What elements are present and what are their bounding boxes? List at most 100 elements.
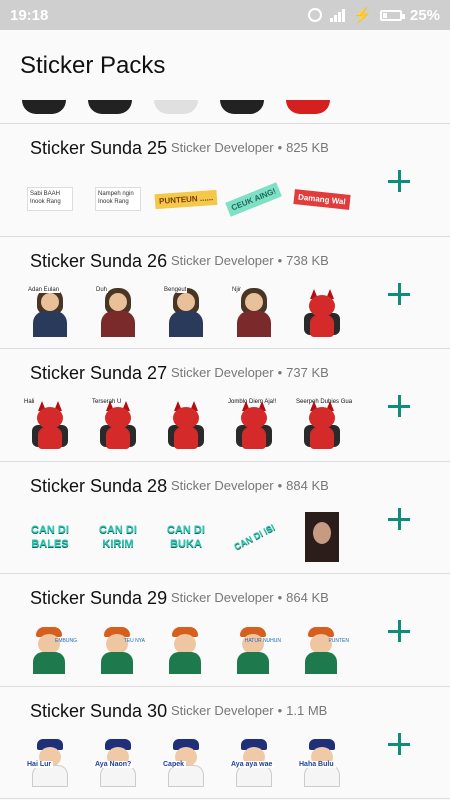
pack-meta: Sticker Developer • 738 KB [171,253,329,268]
sticker-thumbnail: CAN DI KIRIM [94,512,142,562]
sticker-thumbnail: Aya Naon? [93,737,142,787]
sticker-thumbnail: Seerpeh Dubies Gua [296,399,352,449]
sticker-thumbnail: Haha Bulu [297,737,346,787]
sticker-thumbnail [162,399,210,449]
pack-publisher: Sticker Developer [171,590,274,605]
sticker-banner: CEUK AING! [225,181,283,217]
sticker-boy: EMBUNG [27,624,77,674]
sticker-person: Bengeut [163,286,209,337]
sticker-previews: CAN DI BALES CAN DI KIRIM CAN DI BUKA CAN D… [26,511,346,562]
sticker-devil: Seerpeh Dubies Gua [296,399,352,449]
sticker-thumbnail [154,100,198,114]
sticker-thumbnail: CAN DI BALES [26,512,74,562]
sticker-thumbnail [22,100,66,114]
sticker-caption: EMBUNG [55,638,77,644]
sticker-thumbnail: CAN DI BUKA [162,512,210,562]
sticker-person: Adan Eulan [27,286,73,337]
sticker-thumbnail: Njir [230,286,278,337]
separator-dot: • [277,365,283,380]
sticker-caption: PUNTEN [328,638,349,644]
pack-publisher: Sticker Developer [171,365,274,380]
sticker-caption: Jomblo Diem Aja!! [228,399,277,405]
sticker-thumbnail: Adan Eulan [26,286,74,337]
add-pack-button[interactable] [386,506,412,532]
sticker-photo [305,511,339,562]
add-pack-button[interactable] [386,168,412,194]
add-pack-button[interactable] [386,281,412,307]
pack-name: Sticker Sunda 30 [30,700,168,721]
page-title: Sticker Packs [20,52,166,79]
sticker-thumbnail: CEUK AING! [225,174,283,224]
battery-percent: 25% [409,6,440,24]
sticker-caption: Haha Bulu [297,760,336,768]
pack-publisher: Sticker Developer [171,140,274,155]
sticker-devil: Jomblo Diem Aja!! [228,399,276,449]
sticker-previews: Hai Lur Aya Naon? Capek Aya aya wae Haha Bul… [25,737,346,787]
add-pack-button[interactable] [386,731,412,757]
add-pack-button[interactable] [386,618,412,644]
sticker-pack-row[interactable]: Sticker Sunda 27 Sticker Developer • 737 KB… [0,349,450,462]
sticker-thumbnail: Bengeut [162,286,210,337]
previous-pack-row-partial[interactable] [0,100,450,124]
sticker-thumbnail: PUNTEN [298,624,349,674]
sticker-pack-row[interactable]: Sticker Sunda 26 Sticker Developer • 738 KB… [0,237,450,349]
sticker-previews: Sabi BAAH Inook Rang Nampeh ngin Inook Ra… [26,174,351,224]
sticker-thumbnail: Capek [161,737,210,787]
pack-size: 864 KB [286,590,329,605]
sticker-thumbnail [286,100,330,114]
sticker-person: Njir [231,286,277,337]
sticker-caption: Hali [24,399,35,405]
sticker-pack-row[interactable]: Sticker Sunda 29 Sticker Developer • 864 KB… [0,574,450,687]
sticker-pack-list[interactable]: Sticker Sunda 25 Sticker Developer • 825 KB… [0,100,450,800]
sticker-sunda: Capek [161,737,209,787]
pack-size: 1.1 MB [286,702,328,718]
pack-publisher: Sticker Developer [171,477,274,493]
sticker-caption: Aya aya wae [229,760,275,768]
sticker-caption: Adan Eulan [27,286,61,293]
sticker-caption: Bengeut [163,286,188,293]
pack-meta: Sticker Developer • 884 KB [171,478,329,493]
pack-name: Sticker Sunda 25 [30,138,168,158]
sticker-caption: Capek [161,760,187,768]
sticker-caption: TEU NYA [123,638,145,644]
sticker-sunda: Hai Lur [25,737,73,787]
separator-dot: • [277,140,283,155]
pack-meta: Sticker Developer • 825 KB [171,140,329,155]
sticker-sunda: Aya Naon? [93,737,141,787]
sticker-person: Duh [95,286,141,337]
pack-publisher: Sticker Developer [171,702,274,718]
sticker-devil [166,399,206,449]
sticker-previews: EMBUNG TEU NYA HATUR NUHUN PUNTEN [26,624,349,674]
sticker-thumbnail [220,100,264,114]
pack-size: 738 KB [286,252,329,268]
sticker-thumbnail: TEU NYA [94,624,145,674]
sticker-sunda: Aya aya wae [229,737,277,787]
pack-name: Sticker Sunda 27 [30,363,168,383]
sticker-previews: Adan Eulan Duh Bengeut Njir [26,286,346,337]
sticker-pack-row[interactable]: Sticker Sunda 25 Sticker Developer • 825 KB… [0,124,450,237]
charging-icon: ⚡ [353,7,372,24]
sticker-thumbnail: Damang Wal [293,174,351,224]
sticker-pack-row[interactable]: Sticker Sunda 30 Sticker Developer • 1.1 MB… [0,687,450,799]
status-icons: ⚡ 25% [308,6,440,24]
sticker-caption: Terserah U [92,399,122,405]
sticker-boy: PUNTEN [299,624,349,674]
pack-meta: Sticker Developer • 1.1 MB [171,703,327,718]
sticker-boy [163,624,209,674]
pack-meta: Sticker Developer • 864 KB [171,590,329,605]
add-pack-button[interactable] [386,393,412,419]
pack-size: 825 KB [286,140,329,155]
sticker-thumbnail: Terserah U [92,399,142,449]
sticker-thumbnail: Jomblo Diem Aja!! [228,399,278,449]
pack-name: Sticker Sunda 29 [30,588,168,608]
sticker-caption: HATUR NUHUN [244,638,281,644]
sticker-word: CAN DI BALES [31,523,69,550]
sticker-thumbnail [298,287,346,337]
sticker-word: CAN DI KIRIM [99,523,137,550]
sticker-sunda: Haha Bulu [297,737,345,787]
sticker-devil: Terserah U [92,399,138,449]
sticker-previews: Hali Terserah U Jomblo Diem Aja!! Seerpeh D… [24,399,352,449]
sticker-thumbnail: PUNTEUN ...... [154,174,218,224]
sticker-pack-row[interactable]: Sticker Sunda 28 Sticker Developer • 884 KB… [0,462,450,574]
separator-dot: • [277,477,283,493]
